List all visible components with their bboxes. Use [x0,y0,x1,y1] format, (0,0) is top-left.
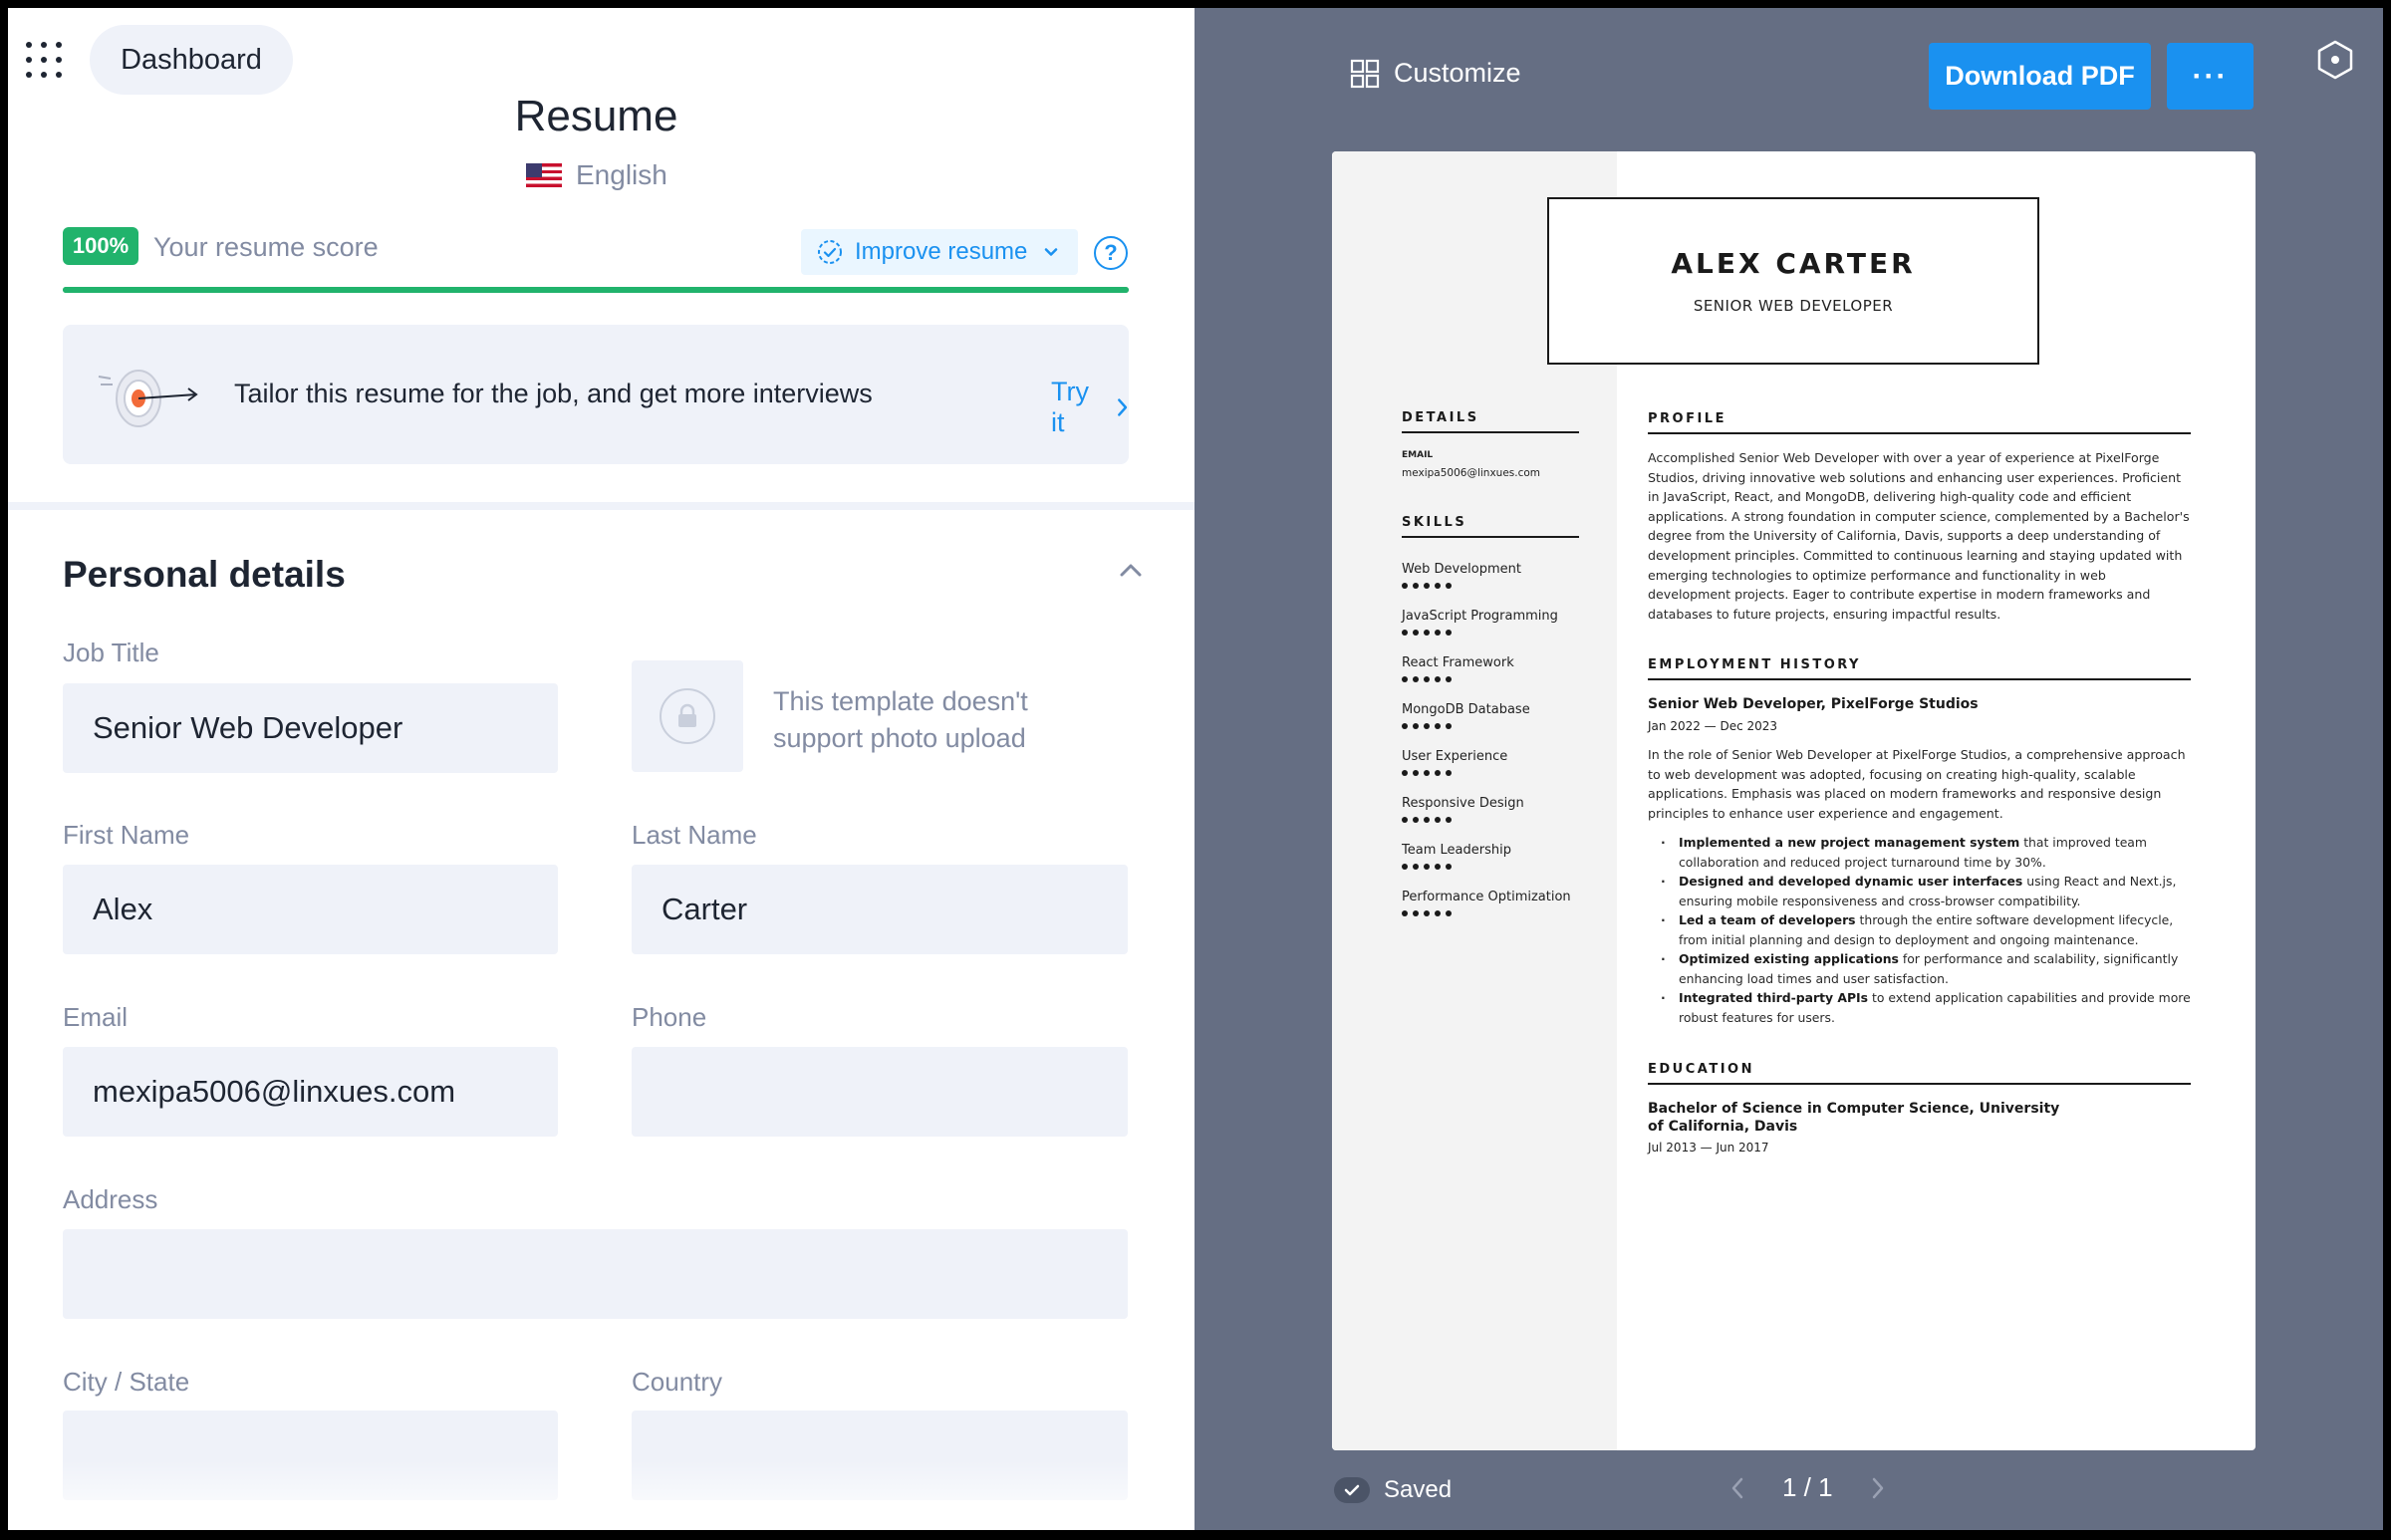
phone-label: Phone [632,1002,707,1032]
job-bullet: Optimized existing applications for perf… [1661,949,2191,988]
last-name-input[interactable]: Carter [632,865,1128,954]
preview-panel: Customize Download PDF ··· ALEX CARTER S… [1195,8,2383,1530]
page-indicator: 1 / 1 [1782,1472,1833,1502]
section-divider [8,502,1195,510]
skill-name: MongoDB Database [1402,702,1530,717]
resume-preview[interactable]: ALEX CARTER SENIOR WEB DEVELOPER DETAILS… [1332,151,2256,1450]
chevron-right-icon [1117,398,1127,416]
try-it-link[interactable]: Try it [1051,377,1129,438]
skill-level-dots [1402,864,1452,870]
score-badge: 100% [63,227,138,265]
skill-name: React Framework [1402,655,1514,670]
job-title-label: Job Title [63,638,159,667]
resume-name-box: ALEX CARTER SENIOR WEB DEVELOPER [1547,197,2039,365]
tailor-resume-banner[interactable]: Tailor this resume for the job, and get … [63,325,1129,464]
apps-grid-icon[interactable] [26,42,68,84]
employment-heading: EMPLOYMENT HISTORY [1648,657,2191,680]
save-status: Saved [1334,1476,1452,1504]
email-input[interactable]: mexipa5006@linxues.com [63,1047,558,1137]
city-state-label: City / State [63,1367,190,1397]
photo-upload-note: This template doesn't support photo uplo… [773,686,1028,753]
last-name-label: Last Name [632,820,757,850]
customize-label: Customize [1394,58,1521,88]
skill-level-dots [1402,583,1452,589]
target-icon [98,370,198,427]
saved-label: Saved [1384,1476,1453,1503]
chevron-up-icon[interactable] [1116,556,1146,586]
personal-details-heading: Personal details [63,554,346,595]
address-input[interactable] [63,1229,1128,1319]
more-options-button[interactable]: ··· [2167,43,2254,110]
skill-level-dots [1402,676,1452,682]
skill-level-dots [1402,910,1452,916]
education-heading: EDUCATION [1648,1062,2191,1085]
city-state-input[interactable] [63,1411,558,1500]
check-icon [1334,1477,1370,1503]
education-degree-line1: Bachelor of Science in Computer Science,… [1648,1101,2060,1117]
profile-text: Accomplished Senior Web Developer with o… [1648,450,2190,622]
skill-level-dots [1402,770,1452,776]
resume-email: mexipa5006@linxues.com [1402,467,1541,479]
job-bullet: Designed and developed dynamic user inte… [1661,872,2191,910]
language-label: English [576,159,667,190]
country-input[interactable] [632,1411,1128,1500]
skill-name: Team Leadership [1402,843,1511,858]
education-degree-line2: of California, Davis [1648,1119,1798,1135]
app-frame: Dashboard Resume English 100% Your resum… [0,0,2391,1540]
customize-button[interactable]: Customize [1350,58,1521,89]
job-bullet: Integrated third-party APIs to extend ap… [1661,988,2191,1027]
skill-name: Responsive Design [1402,796,1524,811]
job-bullet: Led a team of developers through the ent… [1661,910,2191,949]
skill-name: Web Development [1402,562,1521,577]
address-label: Address [63,1184,158,1214]
skill-level-dots [1402,817,1452,823]
improve-resume-label: Improve resume [855,238,1028,265]
hexagon-icon[interactable] [2313,38,2357,82]
page-navigator: 1 / 1 [1723,1472,1893,1503]
first-name-label: First Name [63,820,190,850]
tailor-banner-text: Tailor this resume for the job, and get … [234,379,873,408]
job-entry-summary: In the role of Senior Web Developer at P… [1648,747,2186,821]
photo-upload-placeholder [632,660,743,772]
resume-role: SENIOR WEB DEVELOPER [1693,297,1894,315]
skill-level-dots [1402,630,1452,636]
chevron-left-icon[interactable] [1723,1473,1752,1503]
skill-level-dots [1402,723,1452,729]
help-icon[interactable]: ? [1094,236,1128,270]
education-dates: Jul 2013 — Jun 2017 [1648,1141,1769,1155]
job-entry-title: Senior Web Developer, PixelForge Studios [1648,696,1979,712]
score-label: Your resume score [153,232,379,262]
skill-name: User Experience [1402,749,1508,764]
country-label: Country [632,1367,723,1397]
email-label: Email [63,1002,129,1032]
phone-input[interactable] [632,1047,1128,1137]
lock-icon [660,688,715,744]
document-title[interactable]: Resume [8,92,1185,141]
email-heading: EMAIL [1402,450,1434,460]
job-entry-bullets: Implemented a new project management sys… [1661,833,2191,1027]
chevron-right-icon[interactable] [1863,1473,1893,1503]
try-it-label: Try it [1051,377,1089,437]
skills-heading: SKILLS [1402,515,1579,538]
improve-resume-button[interactable]: Improve resume [801,229,1078,275]
download-pdf-button[interactable]: Download PDF [1929,43,2151,110]
job-entry-dates: Jan 2022 — Dec 2023 [1648,719,1778,733]
us-flag-icon [526,163,562,187]
grid-icon [1350,59,1380,88]
dashboard-button[interactable]: Dashboard [90,25,293,95]
profile-heading: PROFILE [1648,411,2191,434]
editor-panel: Dashboard Resume English 100% Your resum… [8,8,1195,1530]
language-selector[interactable]: English [526,159,667,191]
score-progress-bar [63,287,1129,293]
resume-name: ALEX CARTER [1671,247,1916,280]
improve-icon [818,240,842,264]
details-heading: DETAILS [1402,410,1579,433]
first-name-input[interactable]: Alex [63,865,558,954]
chevron-down-icon [1045,248,1058,256]
job-bullet: Implemented a new project management sys… [1661,833,2191,872]
job-title-input[interactable]: Senior Web Developer [63,683,558,773]
skill-name: JavaScript Programming [1402,609,1558,624]
skill-name: Performance Optimization [1402,890,1571,904]
